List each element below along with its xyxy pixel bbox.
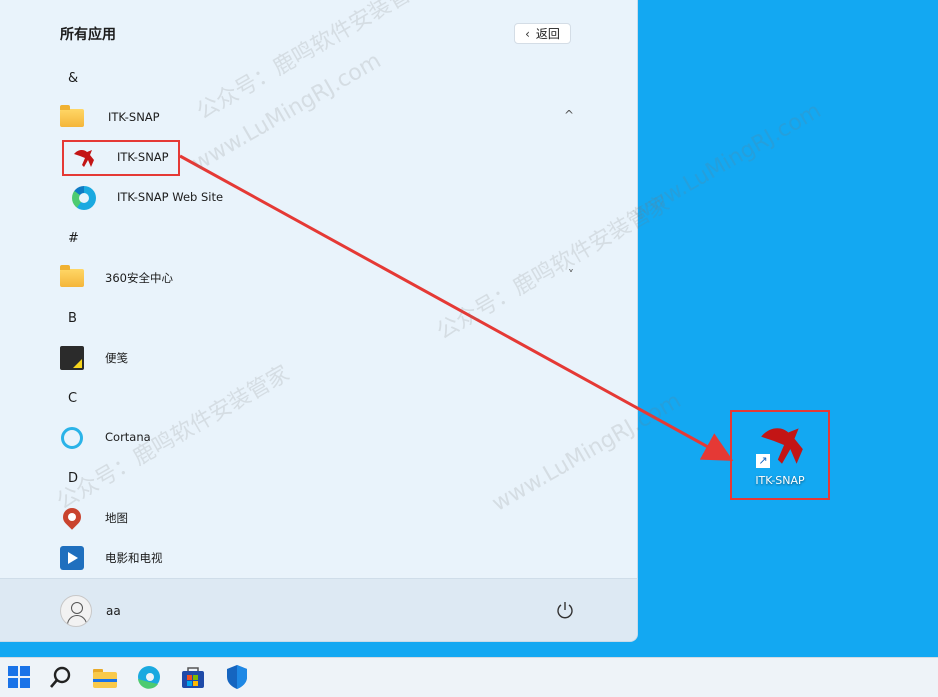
store-icon [182,667,204,688]
search-icon [50,666,71,688]
windows-icon [8,666,30,688]
file-explorer-button[interactable] [90,662,120,692]
desktop-shortcut-itk-snap[interactable]: ↗ ITK-SNAP [730,410,830,500]
annotation-arrow [179,154,734,461]
security-button[interactable] [222,662,252,692]
shield-icon [227,665,247,689]
desktop-shortcut-label: ITK-SNAP [755,474,805,487]
shortcut-arrow-icon: ↗ [756,454,770,468]
start-button[interactable] [4,662,34,692]
search-button[interactable] [46,662,76,692]
store-button[interactable] [178,662,208,692]
edge-icon [138,666,160,689]
edge-button[interactable] [134,662,164,692]
taskbar [0,657,938,697]
folder-icon [93,669,117,688]
